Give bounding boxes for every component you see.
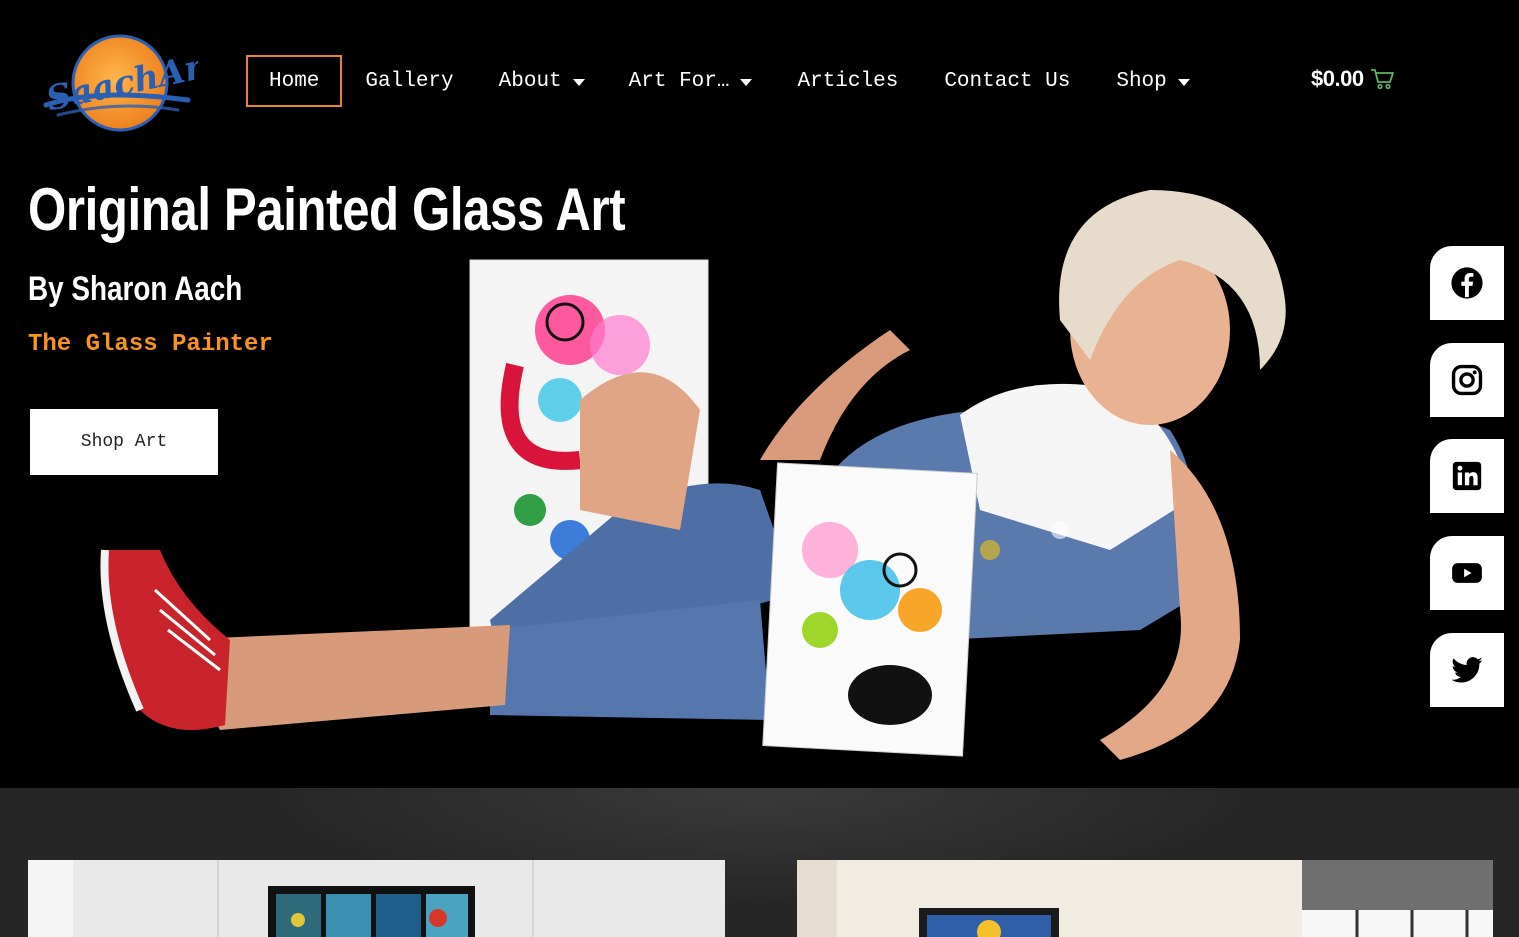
linkedin-link[interactable] <box>1430 439 1504 513</box>
nav-art-for[interactable]: Art For… <box>629 55 753 107</box>
facebook-icon <box>1451 267 1483 299</box>
room-photo-left <box>28 860 725 937</box>
nav-gallery-label: Gallery <box>365 69 454 93</box>
nav-contact-label: Contact Us <box>944 69 1071 93</box>
cart-button[interactable]: $0.00 <box>1311 66 1394 92</box>
youtube-icon <box>1452 563 1482 583</box>
site-logo[interactable]: SaachArt <box>38 30 222 140</box>
hero-title: Original Painted Glass Art <box>28 176 626 243</box>
nav-articles-label: Articles <box>797 69 899 93</box>
red-sneaker <box>100 549 230 730</box>
nav-gallery[interactable]: Gallery <box>365 55 453 107</box>
hero-tagline: The Glass Painter <box>28 331 273 358</box>
room-photo-right <box>797 860 1493 937</box>
instagram-icon <box>1451 364 1483 396</box>
facebook-link[interactable] <box>1430 246 1504 320</box>
logo-graphic: SaachArt <box>43 34 222 132</box>
main-nav: Home Gallery About Art For… Articles Con… <box>246 55 1190 107</box>
cart-total: $0.00 <box>1311 66 1364 91</box>
chevron-down-icon <box>572 79 585 86</box>
nav-shop[interactable]: Shop <box>1116 55 1190 107</box>
cart-icon <box>1370 69 1394 90</box>
nav-art-for-label: Art For… <box>628 69 730 93</box>
chevron-down-icon <box>740 79 753 86</box>
chevron-down-icon <box>1177 79 1190 86</box>
nav-contact[interactable]: Contact Us <box>944 55 1070 107</box>
featured-section <box>0 788 1519 937</box>
nav-about-label: About <box>498 69 562 93</box>
hero-artist-photo <box>100 190 1286 760</box>
nav-articles[interactable]: Articles <box>797 55 898 107</box>
nav-home[interactable]: Home <box>246 55 343 107</box>
featured-card-left[interactable] <box>28 860 725 937</box>
hero-subtitle: By Sharon Aach <box>28 270 243 308</box>
nav-shop-label: Shop <box>1116 69 1167 93</box>
twitter-link[interactable] <box>1430 633 1504 707</box>
glass-painting-small <box>762 462 978 757</box>
nav-home-label: Home <box>269 69 320 93</box>
shop-art-button[interactable]: Shop Art <box>30 409 218 475</box>
featured-card-right[interactable] <box>797 860 1493 937</box>
twitter-icon <box>1451 657 1483 683</box>
instagram-link[interactable] <box>1430 343 1504 417</box>
linkedin-icon <box>1452 461 1482 491</box>
nav-about[interactable]: About <box>499 55 585 107</box>
youtube-link[interactable] <box>1430 536 1504 610</box>
